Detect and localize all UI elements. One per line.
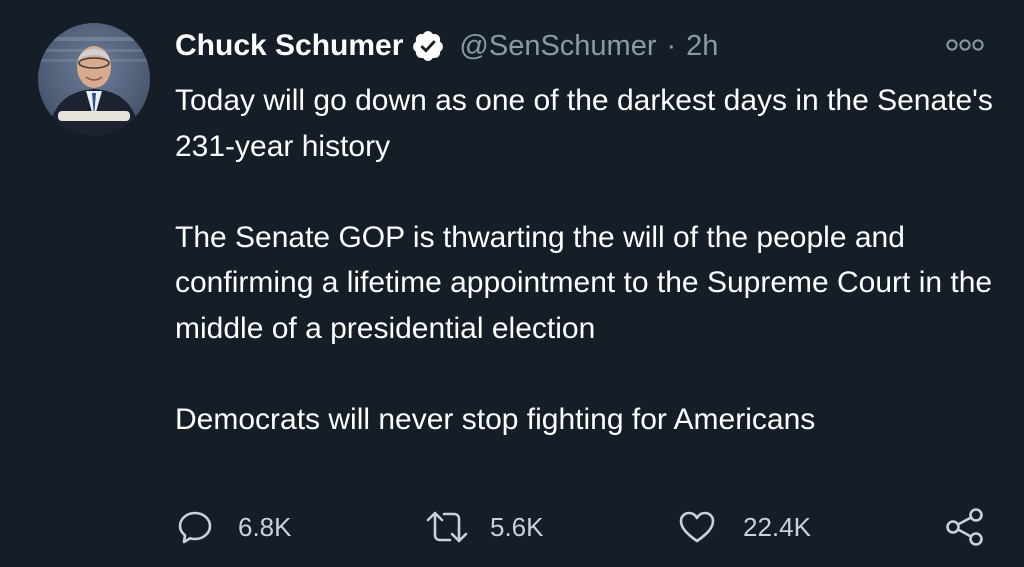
- share-icon: [944, 506, 986, 548]
- action-bar: 6.8K 5.6K 22.4K: [0, 505, 1024, 549]
- reply-icon: [176, 508, 214, 546]
- author-handle[interactable]: @SenSchumer: [459, 30, 656, 63]
- share-button[interactable]: [944, 505, 986, 549]
- author-name[interactable]: Chuck Schumer: [175, 29, 403, 63]
- tweet-card: Chuck Schumer @SenSchumer · 2h Today wil…: [0, 0, 1024, 567]
- tweet-paragraph: The Senate GOP is thwarting the will of …: [175, 220, 993, 345]
- reply-button[interactable]: 6.8K: [176, 505, 292, 549]
- like-button[interactable]: 22.4K: [677, 505, 811, 549]
- retweet-count: 5.6K: [490, 511, 544, 542]
- verified-badge-icon: [411, 29, 445, 63]
- reply-count: 6.8K: [238, 511, 292, 542]
- tweet-paragraph: Democrats will never stop fighting for A…: [175, 402, 816, 436]
- avatar[interactable]: [38, 23, 150, 135]
- heart-icon: [677, 508, 717, 546]
- more-options-icon[interactable]: [942, 32, 988, 58]
- tweet-header: Chuck Schumer @SenSchumer · 2h: [175, 26, 718, 66]
- retweet-button[interactable]: 5.6K: [424, 505, 544, 549]
- tweet-paragraph: Today will go down as one of the darkest…: [175, 84, 993, 163]
- tweet-timestamp[interactable]: 2h: [686, 30, 718, 63]
- retweet-icon: [424, 508, 470, 546]
- like-count: 22.4K: [743, 511, 811, 542]
- tweet-text: Today will go down as one of the darkest…: [175, 78, 995, 442]
- separator-dot: ·: [666, 29, 677, 62]
